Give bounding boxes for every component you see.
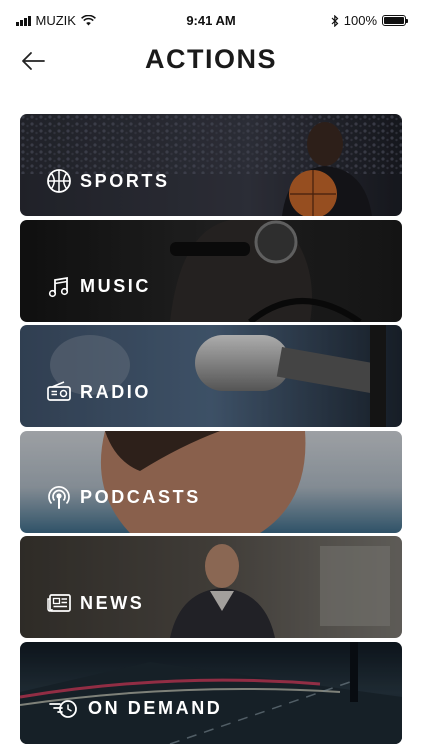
podcasts-label: PODCASTS (46, 485, 201, 511)
sports-label: SPORTS (46, 168, 170, 194)
sports-background-image (20, 114, 402, 216)
card-podcasts[interactable]: PODCASTS (20, 430, 402, 533)
card-music[interactable]: MUSIC (20, 219, 402, 322)
speed-clock-icon (49, 699, 77, 718)
basketball-icon (47, 169, 71, 193)
page-title: ACTIONS (145, 44, 277, 74)
battery-percent: 100% (343, 13, 377, 28)
radio-label: RADIO (46, 379, 151, 405)
bluetooth-icon (331, 14, 339, 27)
battery-icon (382, 15, 408, 26)
status-right: 100% (331, 13, 408, 28)
podcast-icon (48, 485, 70, 509)
card-sports[interactable]: SPORTS (20, 114, 402, 216)
newspaper-icon (47, 594, 71, 612)
news-label: NEWS (46, 590, 144, 616)
card-news[interactable]: NEWS (20, 536, 402, 638)
music-note-icon (48, 276, 69, 297)
card-on-demand[interactable]: ON DEMAND (20, 641, 402, 744)
radio-icon (47, 381, 71, 401)
action-list: SPORTS MUSIC RADIO PODCASTS NEWS ON DEMA… (20, 114, 402, 747)
music-label: MUSIC (46, 274, 151, 300)
podcasts-background-image (20, 430, 402, 533)
on-demand-label: ON DEMAND (46, 696, 222, 722)
radio-background-image (20, 325, 402, 427)
card-radio[interactable]: RADIO (20, 325, 402, 427)
music-background-image (20, 219, 402, 322)
on-demand-background-image (20, 641, 402, 744)
status-bar: MUZIK 9:41 AM 100% (0, 0, 422, 40)
news-background-image (20, 536, 402, 638)
